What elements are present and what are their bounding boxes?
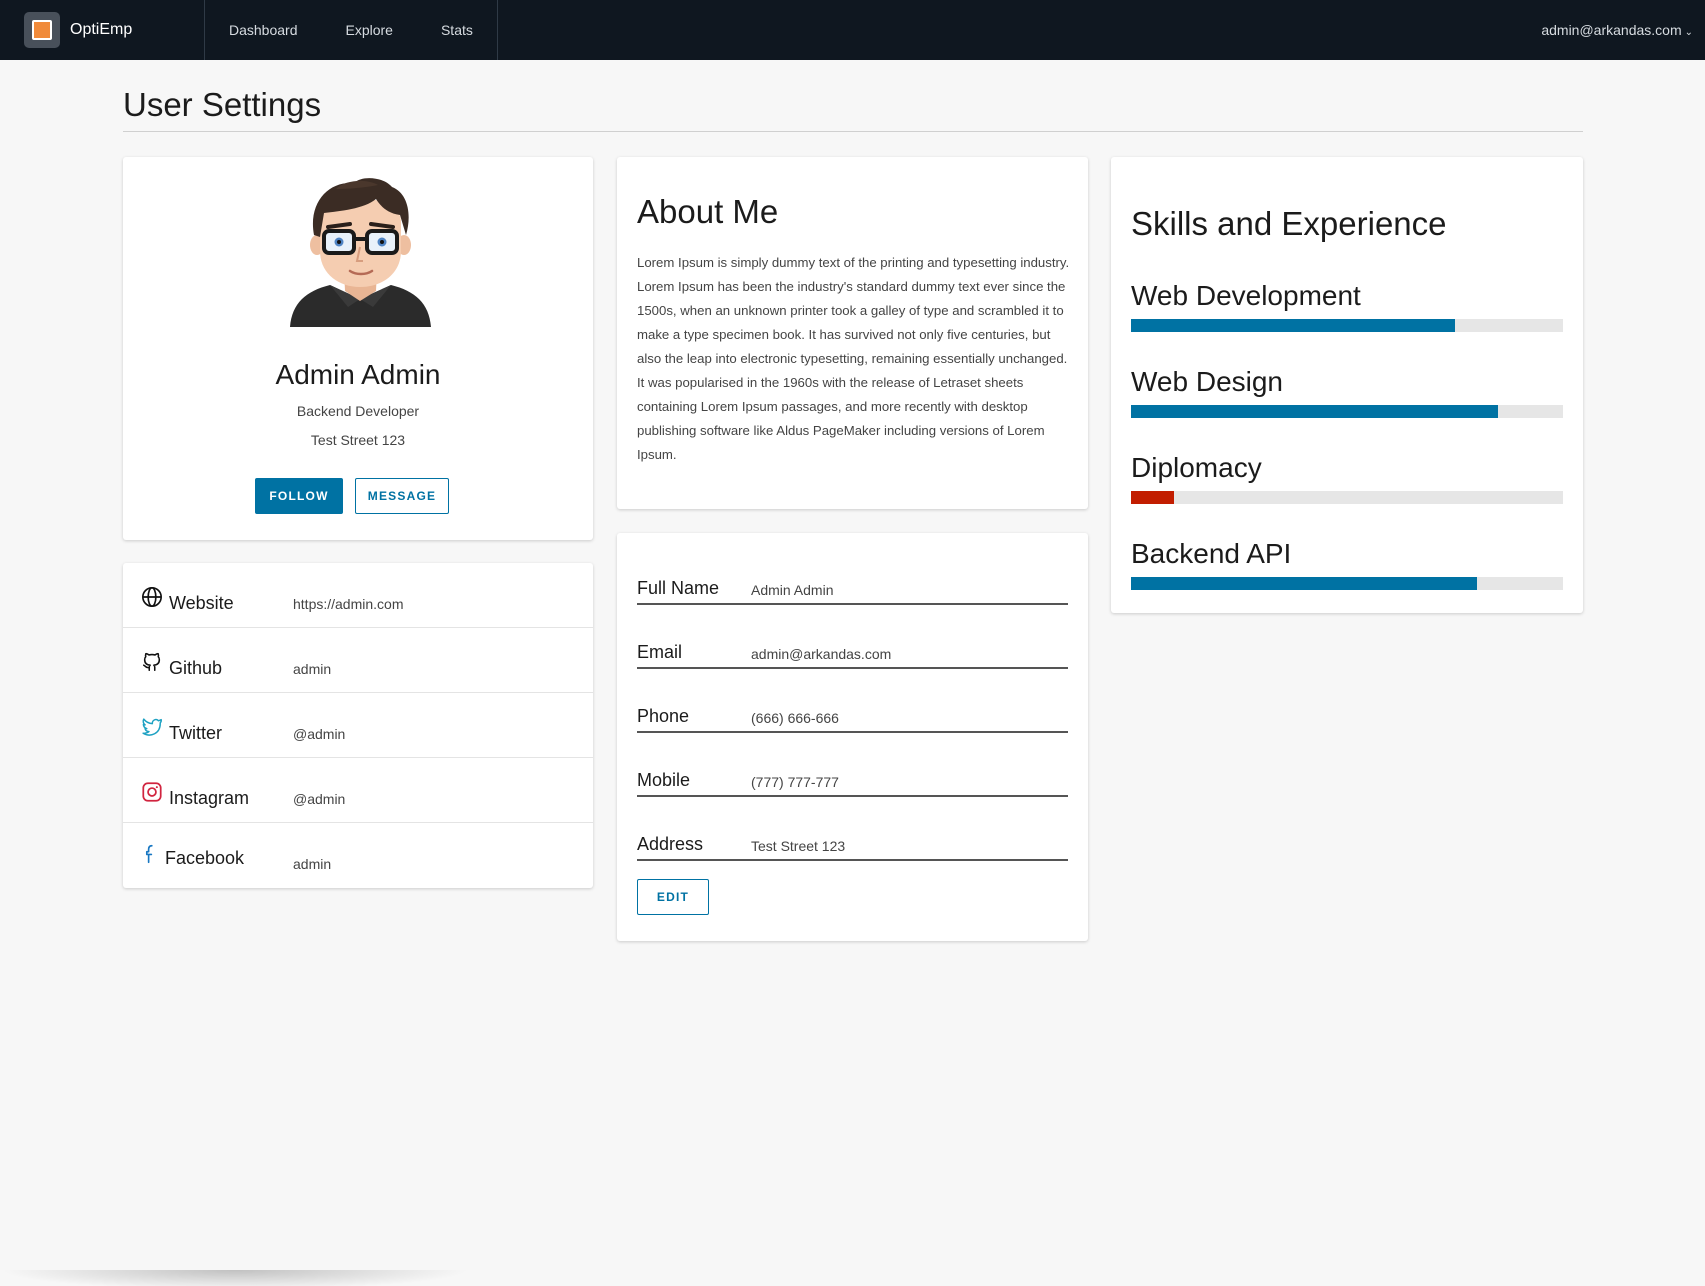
social-row-instagram[interactable]: Instagram @admin <box>123 758 593 823</box>
info-label: Phone <box>637 706 690 726</box>
info-row-email[interactable]: Email admin@arkandas.com <box>637 637 1068 669</box>
skill-progress-bar <box>1131 405 1563 418</box>
social-row-website[interactable]: Website https://admin.com <box>123 563 593 628</box>
info-row-address[interactable]: Address Test Street 123 <box>637 829 1068 861</box>
skill-progress-fill <box>1131 405 1499 418</box>
info-value: admin@arkandas.com <box>751 646 892 662</box>
profile-role: Backend Developer <box>296 403 420 419</box>
skills-card: Skills and Experience Web Development We… <box>1111 157 1583 613</box>
skills-title: Skills and Experience <box>1131 205 1447 242</box>
nav-link-explore[interactable]: Explore <box>322 0 417 60</box>
page-title: User Settings <box>123 86 322 123</box>
nav-links: Dashboard Explore Stats <box>204 0 498 60</box>
social-value[interactable]: admin <box>293 661 331 677</box>
info-row-mobile[interactable]: Mobile (777) 777-777 <box>637 765 1068 797</box>
window-shadow <box>0 1270 470 1286</box>
top-navbar: OptiEmp Dashboard Explore Stats admin@ar… <box>0 0 1705 60</box>
info-label: Email <box>637 642 683 662</box>
social-label: Twitter <box>169 723 223 743</box>
profile-card: Admin Admin Backend Developer Test Stree… <box>123 157 593 540</box>
skill-backend-api: Backend API <box>1131 537 1563 590</box>
facebook-icon <box>145 844 153 864</box>
info-label: Address <box>637 834 704 854</box>
chevron-down-icon: ⌄ <box>1684 27 1693 38</box>
skill-name: Diplomacy <box>1131 452 1262 483</box>
skill-name: Web Development <box>1131 280 1361 311</box>
social-value[interactable]: @admin <box>293 726 345 742</box>
brand-name: OptiEmp <box>70 21 133 38</box>
social-label: Facebook <box>165 848 245 868</box>
edit-button[interactable]: EDIT <box>637 879 709 915</box>
info-value: (777) 777-777 <box>751 774 839 790</box>
about-text: Lorem Ipsum is simply dummy text of the … <box>637 255 1070 462</box>
avatar <box>290 178 431 327</box>
instagram-icon <box>142 782 162 802</box>
skill-name: Web Design <box>1131 366 1284 397</box>
info-label: Mobile <box>637 770 691 790</box>
brand[interactable]: OptiEmp <box>0 0 204 60</box>
info-row-phone[interactable]: Phone (666) 666-666 <box>637 701 1068 733</box>
follow-button[interactable]: FOLLOW <box>255 478 343 514</box>
skill-progress-bar <box>1131 577 1563 590</box>
title-divider <box>123 131 1583 132</box>
nav-link-stats[interactable]: Stats <box>417 0 497 60</box>
about-title: About Me <box>637 193 779 230</box>
skill-progress-bar <box>1131 491 1563 504</box>
skill-diplomacy: Diplomacy <box>1131 451 1563 504</box>
social-value[interactable]: https://admin.com <box>293 596 404 612</box>
skill-web-development: Web Development <box>1131 279 1563 332</box>
info-label: Full Name <box>637 578 720 598</box>
user-menu[interactable]: admin@arkandas.com ⌄ <box>1541 0 1693 63</box>
info-row-full-name[interactable]: Full Name Admin Admin <box>637 573 1068 605</box>
social-value[interactable]: admin <box>293 856 331 872</box>
about-card: About Me Lorem Ipsum is simply dummy tex… <box>617 157 1088 509</box>
profile-name: Admin Admin <box>275 359 441 390</box>
social-label: Website <box>169 593 234 613</box>
social-links-card: Website https://admin.com Github admin T… <box>123 563 593 888</box>
globe-icon <box>142 587 162 607</box>
skill-name: Backend API <box>1131 538 1292 569</box>
skill-progress-fill <box>1131 319 1455 332</box>
info-value: (666) 666-666 <box>751 710 839 726</box>
contact-info-card: Full Name Admin Admin Email admin@arkand… <box>617 533 1088 941</box>
skill-progress-bar <box>1131 319 1563 332</box>
profile-address: Test Street 123 <box>310 432 406 448</box>
user-email: admin@arkandas.com <box>1541 22 1682 38</box>
message-button[interactable]: MESSAGE <box>355 478 449 514</box>
skill-progress-fill <box>1131 577 1477 590</box>
social-row-github[interactable]: Github admin <box>123 628 593 693</box>
twitter-icon <box>142 718 163 736</box>
github-icon <box>142 652 161 672</box>
info-value: Test Street 123 <box>751 838 846 854</box>
social-label: Github <box>169 658 223 678</box>
nav-link-dashboard[interactable]: Dashboard <box>205 0 322 60</box>
skill-progress-fill <box>1131 491 1175 504</box>
social-value[interactable]: @admin <box>293 791 345 807</box>
social-row-facebook[interactable]: Facebook admin <box>123 823 593 888</box>
skill-web-design: Web Design <box>1131 365 1563 418</box>
social-row-twitter[interactable]: Twitter @admin <box>123 693 593 758</box>
brand-logo-icon <box>24 12 60 48</box>
info-value: Admin Admin <box>751 582 834 598</box>
social-label: Instagram <box>169 788 250 808</box>
